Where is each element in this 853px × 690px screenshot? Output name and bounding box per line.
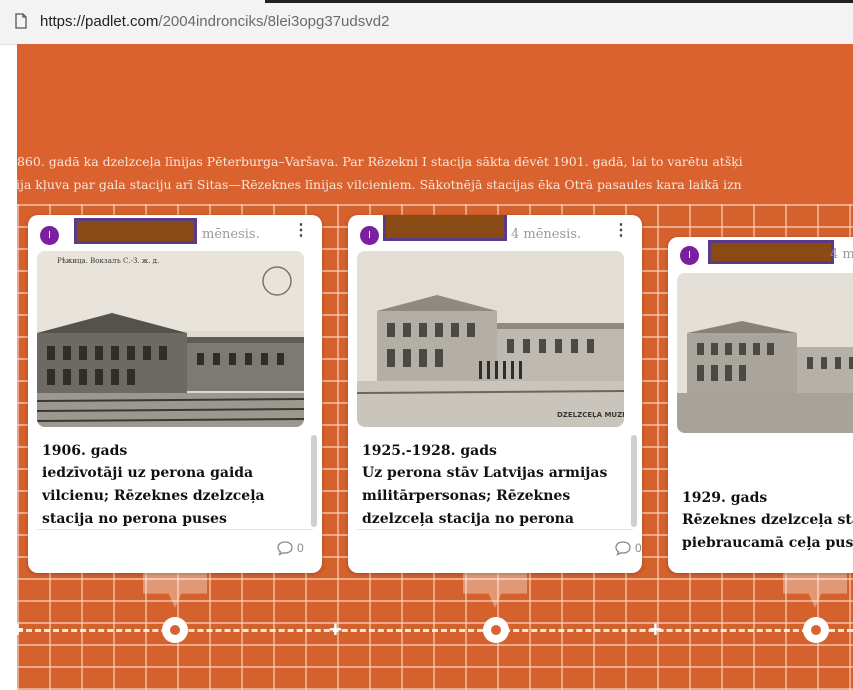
description-line-1: 1860. gadā ka dzelzceļa līnijas Pēterbur… xyxy=(17,154,743,169)
comments-button[interactable]: 0 xyxy=(276,540,304,556)
post-title: 1906. gads xyxy=(42,443,128,459)
post-time: 4 m xyxy=(830,247,853,262)
more-options-icon[interactable]: ⋮ xyxy=(293,223,309,239)
post-title: 1929. gads xyxy=(682,490,768,506)
post-card[interactable]: I 4 mēnesis. ⋮ DZELZCEĻA MUZ 1925.-1928.… xyxy=(348,215,642,573)
post-time: 4 mēnesis. xyxy=(511,227,582,242)
post-body: Rēzeknes dzelzceļa sta piebraucamā ceļa … xyxy=(682,512,853,551)
url-host: https://padlet.com xyxy=(40,13,159,30)
browser-toolbar: https://padlet.com/2004indronciks/8lei3o… xyxy=(0,0,853,45)
add-post-icon[interactable]: + xyxy=(329,619,342,641)
post-image[interactable] xyxy=(677,273,853,433)
more-options-icon[interactable]: ⋮ xyxy=(613,223,629,239)
address-bar[interactable]: https://padlet.com/2004indronciks/8lei3o… xyxy=(40,13,389,30)
card-divider xyxy=(357,529,633,530)
url-path: /2004indronciks/8lei3opg37udsvd2 xyxy=(158,13,390,30)
comment-icon xyxy=(615,541,631,556)
post-image[interactable]: DZELZCEĻA MUZEJS xyxy=(357,251,624,427)
redacted-author-name xyxy=(74,218,197,244)
padlet-board: 1860. gadā ka dzelzceļa līnijas Pēterbur… xyxy=(17,44,853,690)
post-scrollbar[interactable] xyxy=(311,435,317,527)
redacted-author-name xyxy=(383,215,507,241)
post-scrollbar[interactable] xyxy=(631,435,637,527)
timeline-node[interactable] xyxy=(162,617,188,643)
window-strip xyxy=(265,0,853,3)
photo-caption: Рѣжица. Вокзалъ С.-З. ж. д. xyxy=(57,257,159,265)
post-body: iedzīvotāji uz perona gaida vilcienu; Rē… xyxy=(42,465,265,527)
comment-count: 0 xyxy=(635,541,642,555)
board-description: 1860. gadā ka dzelzceļa līnijas Pēterbur… xyxy=(17,150,853,196)
post-time: mēnesis. xyxy=(202,227,260,242)
author-avatar[interactable]: I xyxy=(360,226,379,245)
station-photo-1929 xyxy=(677,273,853,433)
timeline-line xyxy=(17,629,853,636)
comments-button[interactable]: 0 xyxy=(614,540,642,556)
photo-watermark: DZELZCEĻA MUZEJS xyxy=(557,411,624,419)
station-photo-1906: Рѣжица. Вокзалъ С.-З. ж. д. xyxy=(37,251,304,427)
post-title: 1925.-1928. gads xyxy=(362,443,497,459)
add-post-icon[interactable]: + xyxy=(17,619,24,641)
redacted-author-name xyxy=(708,240,834,264)
author-avatar[interactable]: I xyxy=(40,226,59,245)
post-body: Uz perona stāv Latvijas armijas militārp… xyxy=(362,465,608,527)
author-avatar[interactable]: I xyxy=(680,246,699,265)
description-line-2: cija kļuva par gala staciju arī Sitas—Rē… xyxy=(17,177,742,192)
card-divider xyxy=(37,529,313,530)
comment-count: 0 xyxy=(297,541,304,555)
add-post-icon[interactable]: + xyxy=(649,619,662,641)
page-icon xyxy=(15,13,27,29)
timeline-node[interactable] xyxy=(803,617,829,643)
post-card[interactable]: I mēnesis. ⋮ Рѣжица. Вокзалъ С.-З. ж. д.… xyxy=(28,215,322,573)
post-image[interactable]: Рѣжица. Вокзалъ С.-З. ж. д. xyxy=(37,251,304,427)
comment-icon xyxy=(277,541,293,556)
station-photo-1925: DZELZCEĻA MUZEJS xyxy=(357,251,624,427)
post-card[interactable]: I 4 m 1929. gads Rēzeknes dzelzceļa sta … xyxy=(668,237,853,573)
timeline-node[interactable] xyxy=(483,617,509,643)
